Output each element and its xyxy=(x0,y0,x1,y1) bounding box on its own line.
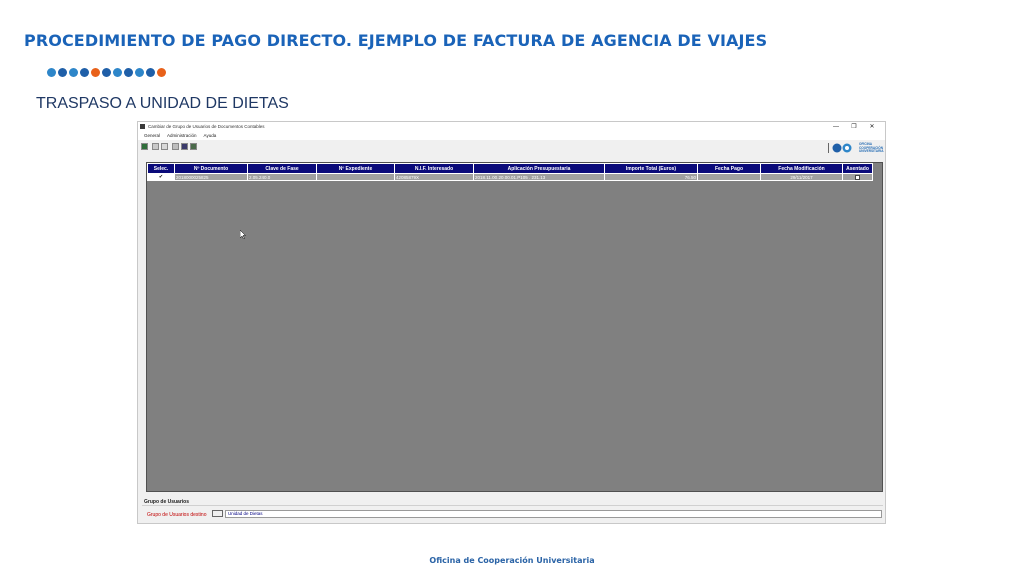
brand-text: OFICINA COOPERACIÓN UNIVERSITARIA xyxy=(859,142,884,154)
decorative-dot xyxy=(80,68,89,77)
page-icon[interactable] xyxy=(161,143,168,150)
document-icon[interactable] xyxy=(152,143,159,150)
col-header-fecha-pago[interactable]: Fecha Pago xyxy=(697,163,761,174)
cell-clave-fase: 2.05.240.0 xyxy=(247,173,317,181)
oficina-logo-icon xyxy=(832,143,852,153)
col-header-nif[interactable]: N.I.F. Interesado xyxy=(394,163,474,174)
print-icon[interactable] xyxy=(172,143,179,150)
menu-general[interactable]: General xyxy=(144,132,160,140)
app-window: Cambiar de Grupo de Usuarios de Document… xyxy=(137,121,886,524)
window-titlebar[interactable]: Cambiar de Grupo de Usuarios de Document… xyxy=(138,122,885,132)
menu-administracion[interactable]: Administración xyxy=(167,132,197,140)
decorative-dot xyxy=(47,68,56,77)
cell-fecha-modificacion: 29/11/2017 xyxy=(760,173,843,181)
close-button[interactable]: ✕ xyxy=(863,122,881,132)
decorative-dot xyxy=(102,68,111,77)
slide-title: PROCEDIMIENTO DE PAGO DIRECTO. EJEMPLO D… xyxy=(24,31,768,50)
dest-group-field[interactable]: Unidad de Dietas xyxy=(225,510,882,518)
toolbar-separator xyxy=(828,143,829,153)
cell-asentado xyxy=(842,173,873,181)
cell-fecha-pago xyxy=(697,173,761,181)
decorative-dot xyxy=(113,68,122,77)
decorative-dot xyxy=(157,68,166,77)
col-header-clave-fase[interactable]: Clave de Fase xyxy=(247,163,317,174)
decorative-dot xyxy=(146,68,155,77)
cell-expediente xyxy=(316,173,395,181)
asentado-checkbox[interactable] xyxy=(855,174,860,180)
decorative-dot xyxy=(58,68,67,77)
cell-nif: 42085879X xyxy=(394,173,474,181)
app-icon xyxy=(140,124,145,129)
dest-group-label: Grupo de Usuarios destino xyxy=(147,512,207,518)
col-header-aplicacion[interactable]: Aplicación Presupuestaria xyxy=(473,163,605,174)
col-header-importe[interactable]: Importe Total (Euros) xyxy=(604,163,698,174)
cell-documento: 2018000025825 xyxy=(174,173,248,181)
exit-icon[interactable] xyxy=(190,143,197,150)
users-icon[interactable] xyxy=(181,143,188,150)
slide-subtitle: TRASPASO A UNIDAD DE DIETAS xyxy=(36,95,289,112)
toolbar: OFICINA COOPERACIÓN UNIVERSITARIA xyxy=(138,140,885,156)
decorative-dots xyxy=(47,68,166,77)
col-header-documento[interactable]: Nº Documento xyxy=(174,163,248,174)
decorative-dot xyxy=(91,68,100,77)
mouse-cursor-icon xyxy=(240,230,246,239)
table-row[interactable]: ✔ 2018000025825 2.05.240.0 42085879X 201… xyxy=(147,173,873,181)
dest-group-picker-button[interactable] xyxy=(212,510,223,517)
decorative-dot xyxy=(69,68,78,77)
restore-button[interactable]: ❐ xyxy=(845,122,863,132)
select-checkbox[interactable]: ✔ xyxy=(147,173,175,181)
minimize-button[interactable]: — xyxy=(827,122,845,132)
cell-aplicacion: 2018.11.00.20.00.01.P105 . 231.13 xyxy=(473,173,605,181)
col-header-asentado[interactable]: Asentado xyxy=(842,163,873,174)
col-header-selec[interactable]: Selec. xyxy=(147,163,175,174)
menu-bar: General Administración Ayuda xyxy=(138,132,885,140)
menu-ayuda[interactable]: Ayuda xyxy=(204,132,217,140)
col-header-fecha-modificacion[interactable]: Fecha Modificación xyxy=(760,163,843,174)
col-header-expediente[interactable]: Nº Expediente xyxy=(316,163,395,174)
documents-grid[interactable]: Selec. Nº Documento Clave de Fase Nº Exp… xyxy=(146,162,883,492)
documents-table: Selec. Nº Documento Clave de Fase Nº Exp… xyxy=(147,163,873,181)
window-title: Cambiar de Grupo de Usuarios de Document… xyxy=(148,124,265,129)
grid-icon[interactable] xyxy=(141,143,148,150)
slide-footer: Oficina de Cooperación Universitaria xyxy=(429,556,595,565)
decorative-dot xyxy=(124,68,133,77)
cell-importe: 76.50 xyxy=(604,173,698,181)
decorative-dot xyxy=(135,68,144,77)
group-divider xyxy=(142,505,883,506)
